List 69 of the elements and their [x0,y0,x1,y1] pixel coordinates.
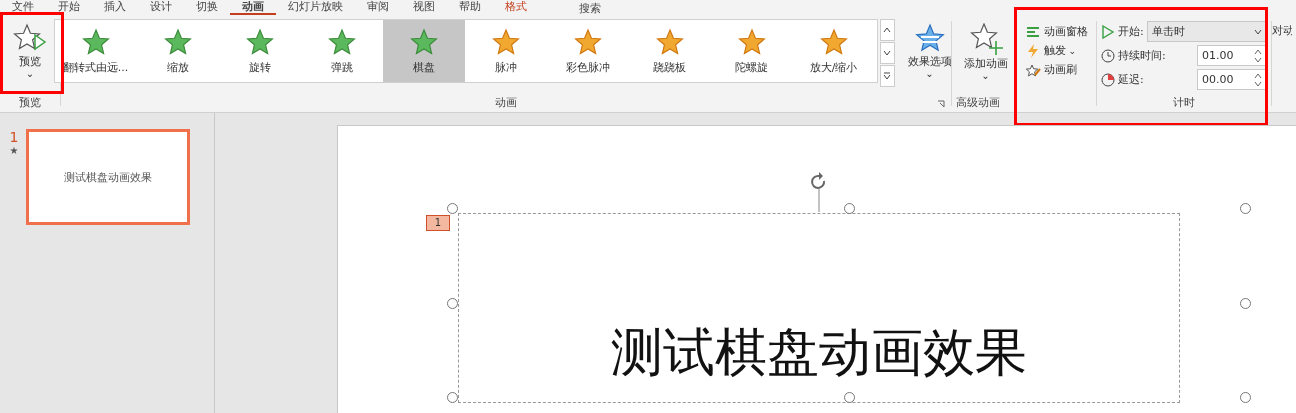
resize-handle[interactable] [1240,297,1252,309]
slide-title: 测试棋盘动画效果 [611,326,1027,378]
spin-arrows-icon [1254,47,1262,64]
scroll-down-button[interactable] [879,42,895,64]
group-label: 预览 [19,95,41,110]
group-label: 高级动画 [956,95,1000,110]
ribbon-small-button[interactable]: 触发 ⌄ [1022,42,1090,59]
caret-icon [1254,28,1262,35]
animation-effect[interactable]: 棋盘 [382,20,465,82]
slide-number: 1 [9,129,19,145]
animation-effect[interactable]: 放大/缩小 [792,20,875,82]
spin-arrows-icon [1254,71,1262,88]
resize-handle[interactable] [447,203,458,214]
pane-icon [1024,24,1041,39]
ribbon-tab[interactable]: 开始 [46,0,92,15]
ribbon-tab[interactable]: 切换 [184,0,230,15]
animation-effect[interactable]: 旋转 [218,20,301,82]
slide-thumbnail[interactable]: 测试棋盘动画效果 [26,129,190,225]
ribbon-tab[interactable]: 插入 [92,0,138,15]
animation-effect[interactable]: 脉冲 [464,20,547,82]
animation-effect[interactable]: 彩色脉冲 [546,20,629,82]
animation-effect[interactable]: 跷跷板 [628,20,711,82]
text-box[interactable]: 测试棋盘动画效果 [458,213,1180,403]
animation-effect[interactable]: 缩放 [136,20,219,82]
thumbnail-text: 测试棋盘动画效果 [64,169,152,185]
delay-clock-icon [1101,72,1115,87]
ribbon-small-button[interactable]: 动画窗格 [1022,23,1090,40]
delay-spinner[interactable]: 00.00 [1197,69,1267,90]
play-icon [1101,24,1115,39]
scroll-up-button[interactable] [879,19,895,41]
animation-effect[interactable]: 翻转式由远... [54,20,137,82]
add-animation-button[interactable]: 添加动画 ⌄ [958,19,1013,84]
start-dropdown[interactable]: 单击时 [1146,21,1267,42]
animation-effect[interactable]: 弹跳 [300,20,383,82]
resize-handle[interactable] [843,203,855,214]
resize-handle[interactable] [447,297,458,309]
star-plus-icon [968,23,1003,55]
chevron-down-icon [883,50,891,56]
field-label: 开始: [1118,24,1144,39]
star-brush-icon [1024,62,1041,77]
group-label: 动画 [495,95,517,110]
resize-handle[interactable] [843,392,855,403]
animation-badge: 1 [426,215,450,231]
clock-icon [1101,48,1115,63]
ribbon-tab[interactable]: 幻灯片放映 [276,0,355,15]
chevron-up-icon [883,27,891,33]
star-play-icon [13,23,47,53]
resize-handle[interactable] [1240,203,1252,214]
field-label: 延迟: [1118,72,1144,87]
ribbon-tab[interactable]: 审阅 [355,0,401,15]
dialog-launcher-icon [937,100,945,108]
ribbon-tab[interactable]: 设计 [138,0,184,15]
group-label: 计时 [1173,95,1195,110]
more-button[interactable] [879,65,895,87]
resize-handle[interactable] [1240,392,1252,403]
star-icon [914,23,945,53]
animation-star-icon: ★ [9,145,19,156]
resize-handle[interactable] [447,392,458,403]
ribbon-tab[interactable]: 帮助 [447,0,493,15]
ribbon-tab[interactable]: 格式 [493,0,539,15]
field-label: 持续时间: [1118,48,1166,63]
expand-icon [883,72,891,80]
ribbon-tab[interactable]: 文件 [0,0,46,15]
search-field[interactable]: 搜索 [579,2,601,15]
duration-spinner[interactable]: 01.00 [1197,45,1267,66]
ribbon-tab[interactable]: 视图 [401,0,447,15]
ribbon-small-button[interactable]: 动画刷 [1022,61,1090,78]
preview-button[interactable]: 预览 ⌄ [11,19,49,82]
animation-effect[interactable]: 陀螺旋 [710,20,793,82]
